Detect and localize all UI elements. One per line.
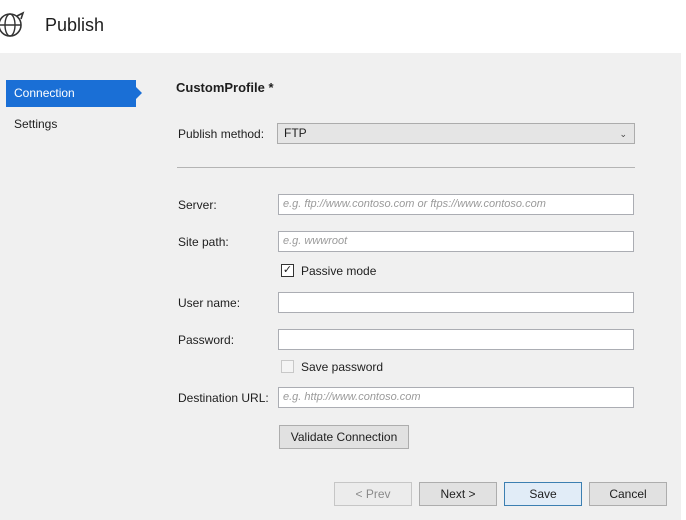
- section-divider: [177, 167, 635, 168]
- site-path-label: Site path:: [178, 235, 229, 249]
- nav-item-connection[interactable]: Connection: [6, 80, 142, 107]
- server-label: Server:: [178, 198, 217, 212]
- server-input[interactable]: e.g. ftp://www.contoso.com or ftps://www…: [278, 194, 634, 215]
- next-button[interactable]: Next >: [419, 482, 497, 506]
- save-password-checkbox[interactable]: [281, 360, 294, 373]
- validate-connection-button[interactable]: Validate Connection: [279, 425, 409, 449]
- window-edge: [681, 0, 686, 520]
- passive-mode-label: Passive mode: [301, 264, 377, 278]
- destination-url-input[interactable]: e.g. http://www.contoso.com: [278, 387, 634, 408]
- chevron-down-icon: ⌄: [619, 129, 627, 139]
- site-path-input[interactable]: e.g. wwwroot: [278, 231, 634, 252]
- user-name-input[interactable]: [278, 292, 634, 313]
- passive-mode-checkbox[interactable]: ✓: [281, 264, 294, 277]
- publish-method-value: FTP: [284, 126, 307, 140]
- profile-name: CustomProfile *: [176, 80, 274, 95]
- publish-method-label: Publish method:: [178, 127, 265, 141]
- publish-method-select[interactable]: FTP ⌄: [277, 123, 635, 144]
- user-name-label: User name:: [178, 296, 241, 310]
- password-input[interactable]: [278, 329, 634, 350]
- password-label: Password:: [178, 333, 235, 347]
- window-title: Publish: [45, 15, 105, 35]
- cancel-button[interactable]: Cancel: [589, 482, 667, 506]
- nav-item-settings[interactable]: Settings: [6, 111, 136, 138]
- globe-publish-icon: [0, 11, 25, 37]
- prev-button[interactable]: < Prev: [334, 482, 412, 506]
- destination-url-label: Destination URL:: [178, 391, 269, 405]
- header-bar: Publish: [0, 0, 681, 53]
- save-password-label: Save password: [301, 360, 384, 374]
- save-button[interactable]: Save: [504, 482, 582, 506]
